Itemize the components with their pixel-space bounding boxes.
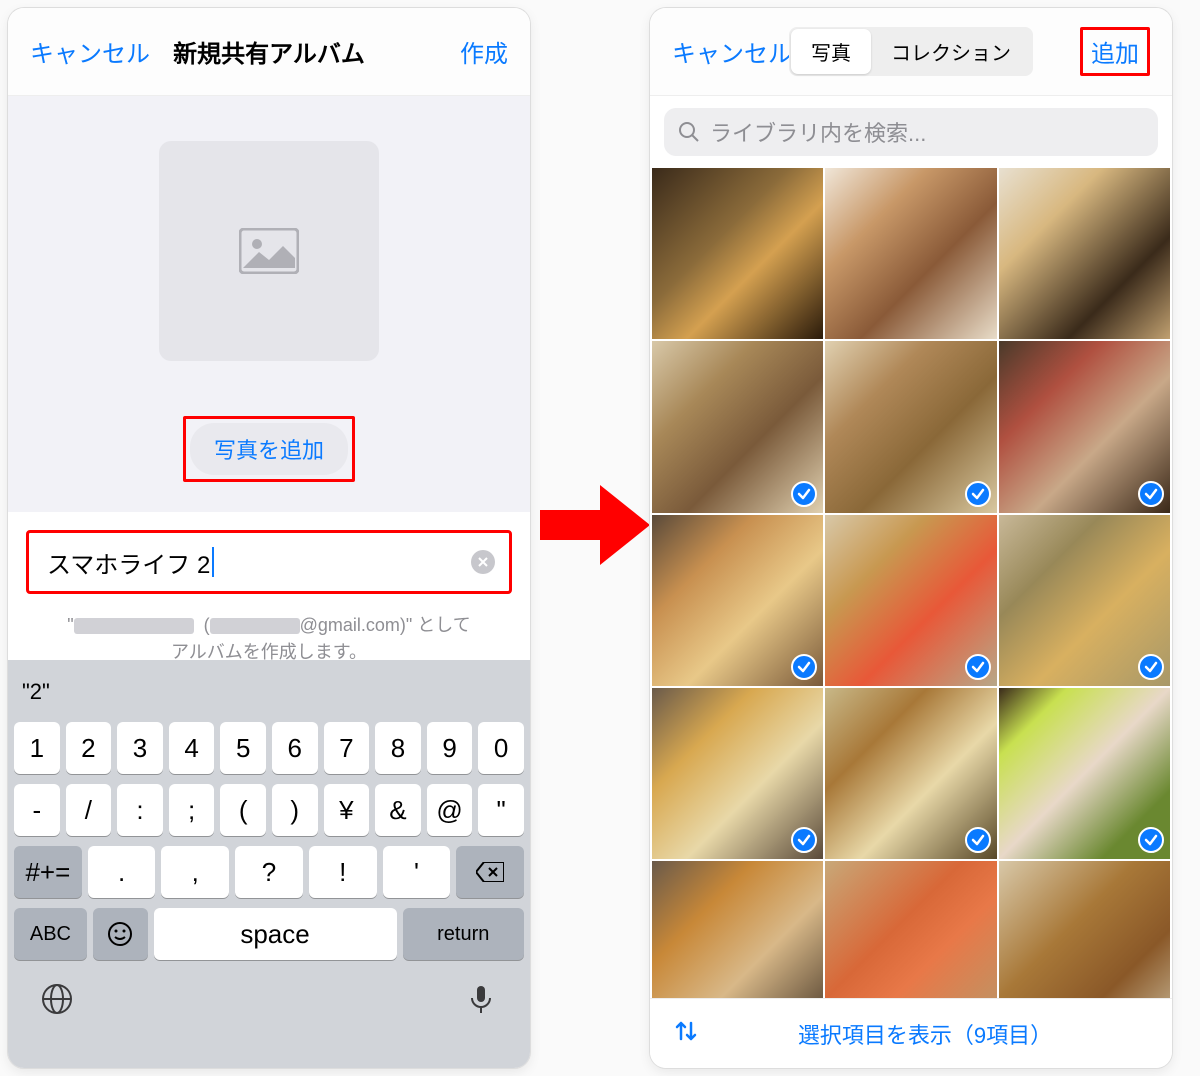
key-#+=[interactable]: #+= [14, 846, 82, 898]
add-photo-wrap: 写真を追加 [8, 406, 530, 512]
key-7[interactable]: 7 [324, 722, 370, 774]
check-icon [791, 654, 817, 680]
key-ABC[interactable]: ABC [14, 908, 87, 960]
globe-icon[interactable] [40, 982, 74, 1016]
clear-icon[interactable] [471, 550, 495, 574]
photo-thumb[interactable] [999, 515, 1170, 686]
key-&[interactable]: & [375, 784, 421, 836]
key-;[interactable]: ; [169, 784, 215, 836]
key-@[interactable]: @ [427, 784, 473, 836]
photo-grid [650, 168, 1172, 1033]
cancel-button[interactable]: キャンセル [30, 34, 150, 69]
suggestion[interactable]: "2" [22, 679, 50, 705]
key-return[interactable]: return [403, 908, 524, 960]
key--[interactable]: - [14, 784, 60, 836]
key-4[interactable]: 4 [169, 722, 215, 774]
seg-collections[interactable]: コレクション [871, 29, 1031, 74]
check-icon [791, 827, 817, 853]
search-placeholder: ライブラリ内を検索... [710, 116, 926, 148]
nav-bar-right: キャンセル 写真 コレクション 追加 [650, 8, 1172, 96]
check-icon [1138, 481, 1164, 507]
key-6[interactable]: 6 [272, 722, 318, 774]
photo-thumb[interactable] [652, 515, 823, 686]
photo-thumb[interactable] [999, 168, 1170, 339]
key-9[interactable]: 9 [427, 722, 473, 774]
check-icon [965, 481, 991, 507]
sort-icon[interactable] [672, 1017, 700, 1051]
photo-thumb[interactable] [999, 688, 1170, 859]
album-name-field[interactable]: スマホライフ 2 [26, 530, 512, 594]
key-1[interactable]: 1 [14, 722, 60, 774]
photo-thumb[interactable] [652, 688, 823, 859]
suggestion-bar: "2" [14, 668, 524, 716]
key-8[interactable]: 8 [375, 722, 421, 774]
key-.[interactable]: . [88, 846, 156, 898]
check-icon [1138, 654, 1164, 680]
key-0[interactable]: 0 [478, 722, 524, 774]
mic-icon[interactable] [464, 982, 498, 1016]
photo-thumb[interactable] [825, 688, 996, 859]
emoji-key[interactable] [93, 908, 148, 960]
photo-thumb[interactable] [652, 168, 823, 339]
photo-thumb[interactable] [999, 341, 1170, 512]
key-:[interactable]: : [117, 784, 163, 836]
backspace-key[interactable] [456, 846, 524, 898]
key-![interactable]: ! [309, 846, 377, 898]
key-space[interactable]: space [154, 908, 397, 960]
photo-thumb[interactable] [652, 341, 823, 512]
photo-thumb[interactable] [825, 341, 996, 512]
add-photo-button[interactable]: 写真を追加 [190, 423, 348, 475]
arrow-icon [540, 480, 650, 570]
phone-left: キャンセル 新規共有アルバム 作成 写真を追加 スマホライフ 2 " (@gma… [8, 8, 530, 1068]
key-2[interactable]: 2 [66, 722, 112, 774]
check-icon [791, 481, 817, 507]
check-icon [965, 827, 991, 853]
nav-bar: キャンセル 新規共有アルバム 作成 [8, 8, 530, 96]
create-button[interactable]: 作成 [460, 34, 508, 69]
key-([interactable]: ( [220, 784, 266, 836]
key-'[interactable]: ' [383, 846, 451, 898]
segmented-control[interactable]: 写真 コレクション [789, 27, 1033, 76]
text-cursor [212, 547, 214, 577]
check-icon [965, 654, 991, 680]
album-name-value: スマホライフ 2 [47, 545, 210, 580]
album-cover-placeholder [8, 96, 530, 406]
image-placeholder-icon [159, 141, 379, 361]
photo-thumb[interactable] [825, 515, 996, 686]
key-¥[interactable]: ¥ [324, 784, 370, 836]
cancel-button[interactable]: キャンセル [672, 34, 792, 69]
phone-right: キャンセル 写真 コレクション 追加 ライブラリ内を検索... 選択項目を表示（… [650, 8, 1172, 1068]
seg-photos[interactable]: 写真 [791, 29, 871, 74]
key-,[interactable]: , [161, 846, 229, 898]
search-input[interactable]: ライブラリ内を検索... [664, 108, 1158, 156]
photo-thumb[interactable] [825, 168, 996, 339]
footer-bar: 選択項目を表示（9項目） [650, 998, 1172, 1068]
add-button[interactable]: 追加 [1080, 27, 1150, 76]
check-icon [1138, 827, 1164, 853]
show-selected-button[interactable]: 選択項目を表示（9項目） [700, 1018, 1150, 1050]
keyboard: "2" 1234567890 -/:;()¥&@" #+=.,?!' ABC sp… [8, 660, 530, 1068]
search-icon [678, 121, 700, 143]
key-?[interactable]: ? [235, 846, 303, 898]
key-5[interactable]: 5 [220, 722, 266, 774]
key-/[interactable]: / [66, 784, 112, 836]
key-3[interactable]: 3 [117, 722, 163, 774]
key-"[interactable]: " [478, 784, 524, 836]
key-)[interactable]: ) [272, 784, 318, 836]
